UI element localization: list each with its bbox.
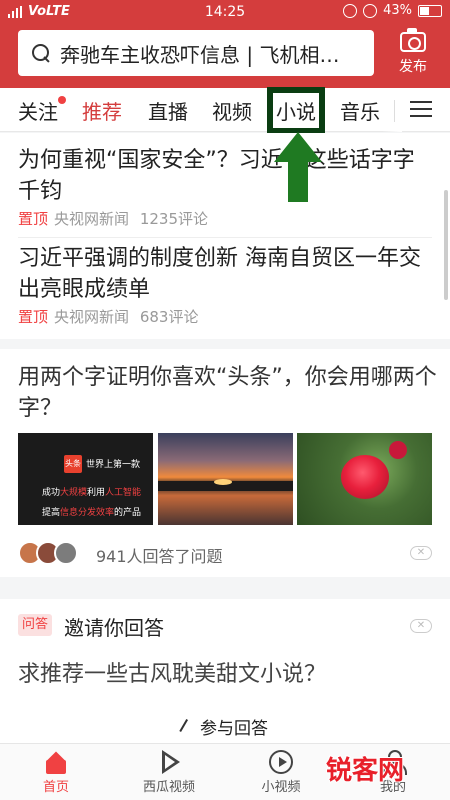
tab-music[interactable]: 音乐 [340, 96, 380, 125]
tab-recommend[interactable]: 推荐 [82, 96, 122, 125]
notification-dot [58, 96, 66, 104]
question-title[interactable]: 用两个字证明你喜欢“头条”，你会用哪两个字？ [18, 362, 438, 424]
thumbnail-image[interactable]: 头条 世界上第一款 成功大规模利用人工智能 提高信息分发效率的产品 [18, 433, 153, 525]
tab-live[interactable]: 直播 [148, 96, 188, 125]
status-bar: VoLTE 14:25 43% [0, 0, 450, 24]
camera-icon [400, 28, 426, 52]
tab-follow[interactable]: 关注 [18, 96, 58, 125]
tab-divider [394, 100, 395, 122]
tab-novel[interactable]: 小说 [267, 87, 325, 134]
rose-thumbnail[interactable] [297, 433, 432, 525]
search-icon [32, 44, 50, 62]
alarm-icon [363, 3, 378, 18]
search-bar[interactable]: 奔驰车主收恐吓信息 | 飞机相… [18, 30, 374, 76]
short-video-icon [269, 750, 293, 774]
lock-icon [343, 3, 358, 18]
watermark: 锐客网 [325, 755, 405, 787]
news-comments: 1235评论 [139, 210, 208, 228]
dislike-button[interactable]: ✕ [410, 546, 432, 560]
news-source: 央视网新闻 [54, 308, 130, 326]
dislike-button[interactable]: ✕ [410, 619, 432, 633]
pinned-badge: 置顶 [18, 308, 49, 326]
avatar [54, 541, 78, 565]
invite-question[interactable]: 求推荐一些古风耽美甜文小说？ [18, 656, 326, 688]
sunset-thumbnail[interactable] [158, 433, 293, 525]
answer-count: 941人回答了问题 [96, 547, 223, 566]
news-meta: 置顶 央视网新闻 683评论 [18, 306, 198, 327]
search-query: 奔驰车主收恐吓信息 | 飞机相… [60, 42, 340, 67]
play-icon [158, 750, 180, 774]
nav-xigua-video[interactable]: 西瓜视频 [124, 748, 214, 795]
app-header: VoLTE 14:25 43% 奔驰车主收恐吓信息 | 飞机相… 发布 [0, 0, 450, 88]
nav-home[interactable]: 首页 [11, 748, 101, 795]
battery-icon [418, 4, 442, 17]
invite-title: 邀请你回答 [64, 616, 164, 640]
news-card: 为何重视“国家安全”？习近平这些话字字千钧 置顶 央视网新闻 1235评论 习近平… [0, 133, 450, 339]
qa-badge: 问答 [18, 614, 52, 636]
answerer-avatars [18, 541, 78, 565]
menu-icon[interactable] [410, 99, 432, 119]
news-comments: 683评论 [139, 308, 199, 326]
tab-video[interactable]: 视频 [212, 96, 252, 125]
news-title[interactable]: 习近平强调的制度创新 海南自贸区一年交出亮眼成绩单 [18, 243, 432, 305]
pinned-badge: 置顶 [18, 210, 49, 228]
publish-label: 发布 [399, 59, 427, 75]
answer-button[interactable]: 参与回答 [0, 714, 450, 739]
scroll-indicator [444, 190, 448, 300]
channel-tabs: 关注 推荐 直播 视频 小说 音乐 [0, 87, 450, 134]
pencil-icon [179, 718, 197, 738]
news-meta: 置顶 央视网新闻 1235评论 [18, 208, 208, 229]
nav-short-video[interactable]: 小视频 [236, 748, 326, 795]
news-source: 央视网新闻 [54, 210, 130, 228]
news-title[interactable]: 为何重视“国家安全”？习近平这些话字字千钧 [18, 145, 432, 207]
home-icon [44, 752, 68, 774]
up-arrow-icon [274, 132, 322, 202]
toutiao-logo: 头条 [64, 455, 82, 473]
publish-button[interactable]: 发布 [390, 28, 436, 82]
battery-percent: 43% [383, 3, 412, 18]
